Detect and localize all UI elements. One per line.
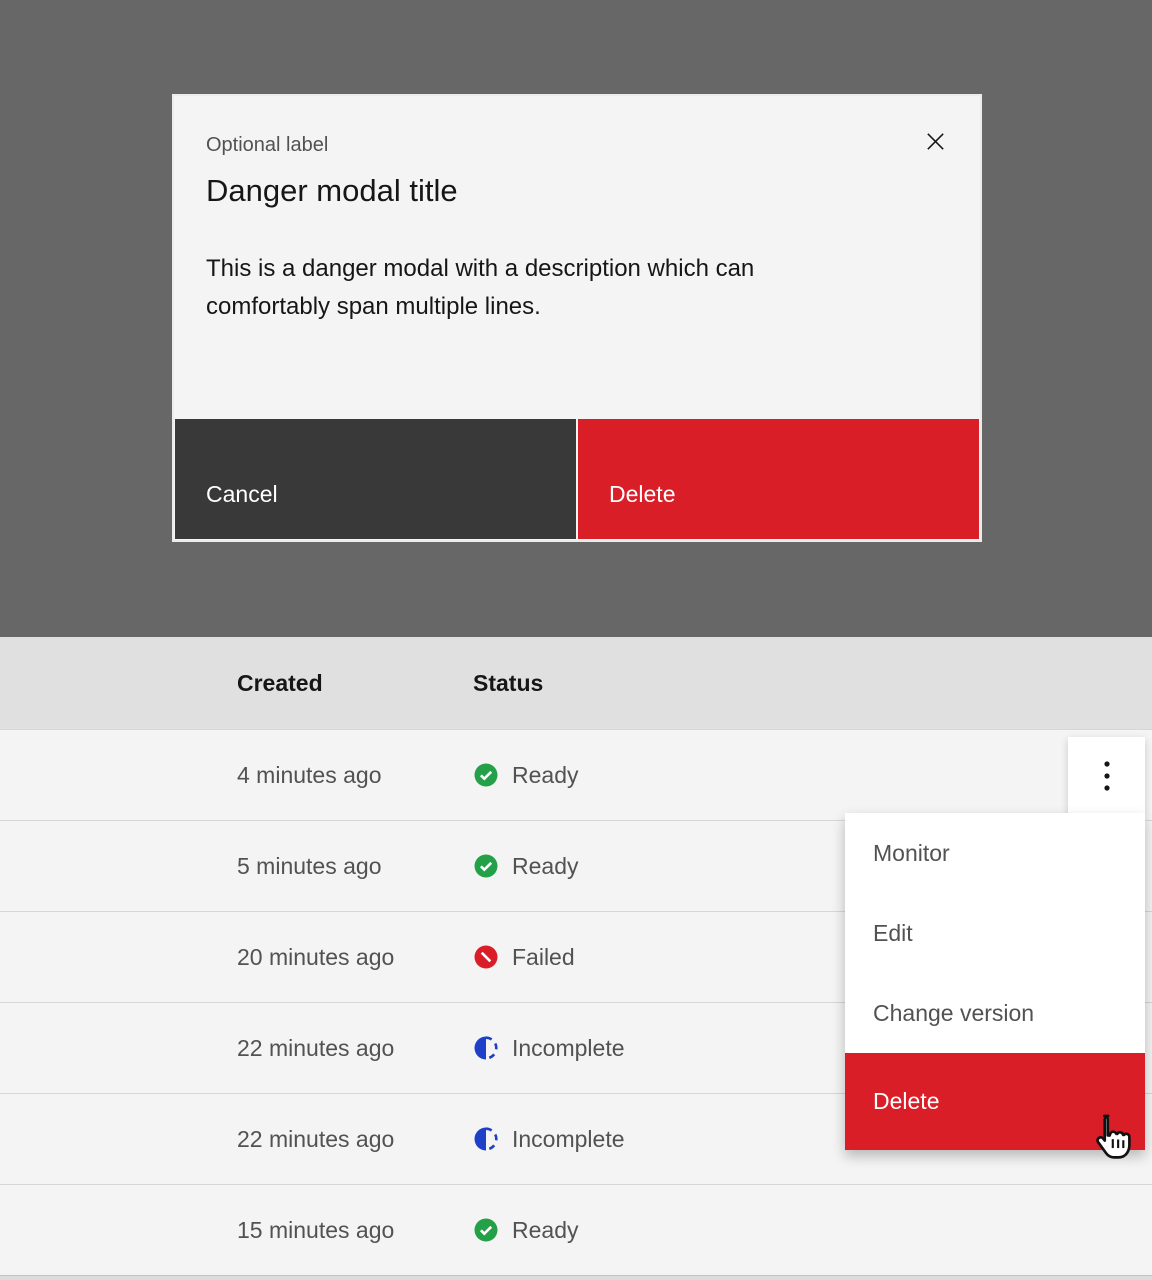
menu-item-delete[interactable]: Delete — [845, 1053, 1145, 1150]
status-label: Failed — [512, 944, 575, 971]
table-header-row: Created Status — [0, 637, 1152, 729]
cell-created: 20 minutes ago — [0, 944, 473, 971]
column-header-status: Status — [473, 670, 1152, 697]
danger-modal: Optional label Danger modal title This i… — [174, 96, 980, 540]
delete-button[interactable]: Delete — [578, 419, 979, 539]
modal-optional-label: Optional label — [206, 132, 948, 158]
status-label: Incomplete — [512, 1126, 625, 1153]
modal-description: This is a danger modal with a descriptio… — [206, 250, 861, 326]
close-button[interactable] — [912, 118, 958, 164]
cancel-button[interactable]: Cancel — [175, 419, 576, 539]
status-label: Ready — [512, 853, 578, 880]
column-header-created: Created — [0, 670, 473, 697]
cell-created: 5 minutes ago — [0, 853, 473, 880]
modal-header: Optional label Danger modal title This i… — [174, 96, 980, 326]
cell-status: Ready — [473, 1217, 1152, 1244]
checkmark-filled-icon — [473, 762, 499, 788]
incomplete-icon — [473, 1126, 499, 1152]
cell-created: 22 minutes ago — [0, 1035, 473, 1062]
checkmark-filled-icon — [473, 1217, 499, 1243]
table-bottom-strip — [0, 1275, 1152, 1280]
overflow-dots-icon — [1102, 759, 1112, 793]
cell-created: 22 minutes ago — [0, 1126, 473, 1153]
cell-created: 4 minutes ago — [0, 762, 473, 789]
checkmark-filled-icon — [473, 853, 499, 879]
overflow-menu-button[interactable] — [1068, 737, 1145, 814]
table-row: 15 minutes ago Ready — [0, 1184, 1152, 1275]
close-icon — [924, 130, 947, 153]
misuse-icon — [473, 944, 499, 970]
modal-title: Danger modal title — [206, 170, 948, 212]
status-label: Ready — [512, 762, 578, 789]
cell-created: 15 minutes ago — [0, 1217, 473, 1244]
menu-item-change-version[interactable]: Change version — [845, 973, 1145, 1053]
menu-item-monitor[interactable]: Monitor — [845, 813, 1145, 893]
status-label: Incomplete — [512, 1035, 625, 1062]
incomplete-icon — [473, 1035, 499, 1061]
menu-item-edit[interactable]: Edit — [845, 893, 1145, 973]
status-label: Ready — [512, 1217, 578, 1244]
overflow-menu-popup: MonitorEditChange versionDelete — [845, 813, 1145, 1150]
modal-button-group: Cancel Delete — [174, 419, 980, 540]
table-row: 4 minutes ago Ready — [0, 729, 1152, 820]
cell-status: Ready — [473, 762, 1152, 789]
